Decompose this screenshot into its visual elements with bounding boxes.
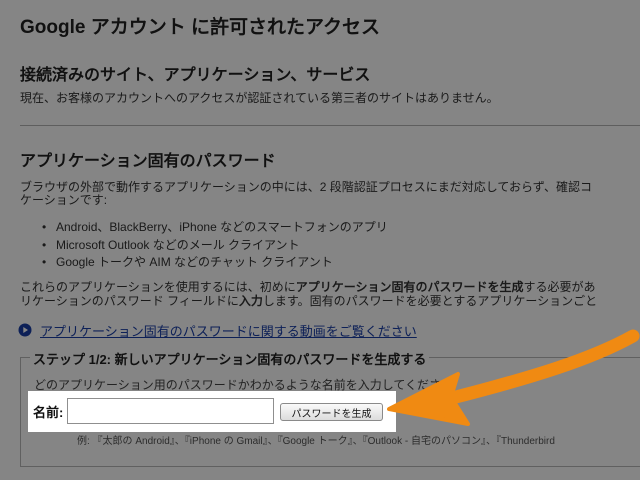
list-item: Microsoft Outlook などのメール クライアント — [42, 237, 388, 255]
play-circle-icon[interactable] — [18, 323, 32, 337]
intro-line-2: ケーションです: — [20, 193, 108, 207]
step-hint: どのアプリケーション用のパスワードかわかるような名前を入力してくださ — [34, 378, 442, 392]
list-item: Android、BlackBerry、iPhone などのスマートフォンのアプリ — [42, 219, 388, 237]
step-legend: ステップ 1/2: 新しいアプリケーション固有のパスワードを生成する — [30, 349, 430, 368]
usage-emphasis: 入力 — [238, 294, 263, 308]
name-input[interactable] — [67, 398, 274, 424]
video-link-row[interactable]: アプリケーション固有のパスワードに関する動画をご覧ください — [18, 321, 417, 340]
list-item: Google トークや AIM などのチャット クライアント — [42, 254, 388, 272]
section-divider — [20, 125, 640, 126]
app-passwords-heading: アプリケーション固有のパスワード — [20, 153, 276, 170]
connected-heading: 接続済みのサイト、アプリケーション、サービス — [20, 67, 371, 84]
usage-line-2: リケーションのパスワード フィールドに入力します。固有のパスワードを必要とするア… — [20, 293, 597, 310]
name-label: 名前: — [33, 405, 64, 420]
name-examples: 例: 『太郎の Android』、『iPhone の Gmail』、『Googl… — [77, 436, 555, 447]
app-type-list: Android、BlackBerry、iPhone などのスマートフォンのアプリ… — [42, 219, 388, 272]
video-link[interactable]: アプリケーション固有のパスワードに関する動画をご覧ください — [40, 321, 417, 340]
usage-text: する必要があ — [523, 280, 596, 294]
page-title: Google アカウント に許可されたアクセス — [20, 17, 381, 38]
usage-text: リケーションのパスワード フィールドに — [20, 294, 239, 308]
generate-password-button[interactable]: パスワードを生成 — [280, 403, 383, 421]
connected-text: 現在、お客様のアカウントへのアクセスが認証されている第三者のサイトはありません。 — [20, 91, 499, 105]
usage-text: これらのアプリケーションを使用するには、初めに — [20, 280, 296, 294]
usage-text: します。固有のパスワードを必要とするアプリケーションごと — [262, 294, 598, 308]
usage-emphasis: アプリケーション固有のパスワードを生成 — [295, 280, 524, 294]
